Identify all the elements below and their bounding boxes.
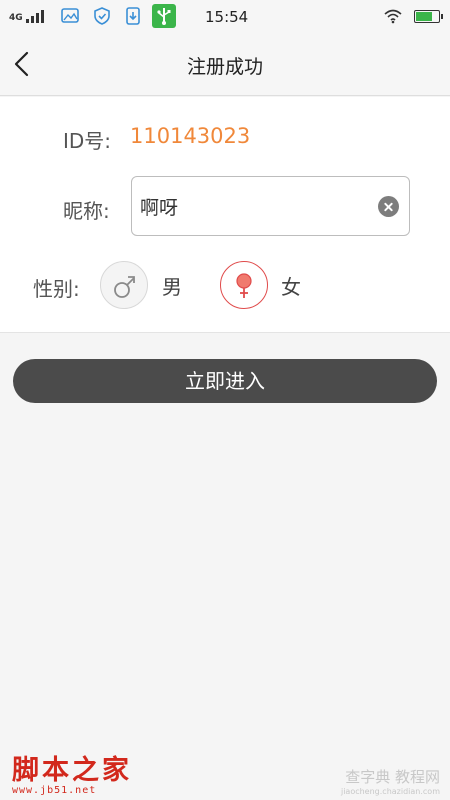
id-label: ID号: [63, 129, 112, 153]
network-type: 4G [9, 13, 23, 23]
gender-female-option[interactable] [220, 261, 268, 309]
enter-button[interactable]: 立即进入 [13, 359, 437, 403]
status-bar: 4G 15:54 [0, 0, 450, 32]
watermark-left-title: 脚本之家 [12, 755, 132, 786]
gender-female-label: 女 [281, 275, 301, 299]
wifi-icon [384, 9, 402, 24]
watermark-chazidian: 查字典 教程网 jiaocheng.chazidian.com [341, 766, 440, 796]
security-icon [94, 7, 110, 25]
watermark-right-title: 查字典 教程网 [345, 768, 440, 786]
page-title: 注册成功 [186, 56, 263, 78]
clear-icon[interactable] [378, 196, 399, 217]
download-icon [126, 7, 140, 25]
nickname-input[interactable] [140, 177, 380, 235]
gallery-icon [61, 8, 79, 23]
nickname-field[interactable] [131, 176, 410, 236]
battery-icon [414, 10, 443, 23]
female-icon [236, 273, 252, 298]
header: 注册成功 [0, 32, 450, 96]
signal-icon [26, 10, 44, 23]
id-value: 110143023 [130, 124, 251, 148]
battery-level [416, 12, 432, 21]
status-time: 15:54 [205, 8, 249, 26]
gender-male-option[interactable] [100, 261, 148, 309]
usb-icon [152, 4, 176, 28]
watermark-jb51: 脚本之家 www.jb51.net [12, 748, 132, 796]
registration-form: ID号: 110143023 昵称: 性别: 男 女 [0, 97, 450, 333]
gender-label: 性别: [33, 277, 80, 301]
nickname-label: 昵称: [63, 199, 110, 223]
male-icon [114, 276, 135, 298]
gender-male-label: 男 [162, 275, 182, 299]
watermark-right-url: jiaocheng.chazidian.com [340, 787, 440, 796]
